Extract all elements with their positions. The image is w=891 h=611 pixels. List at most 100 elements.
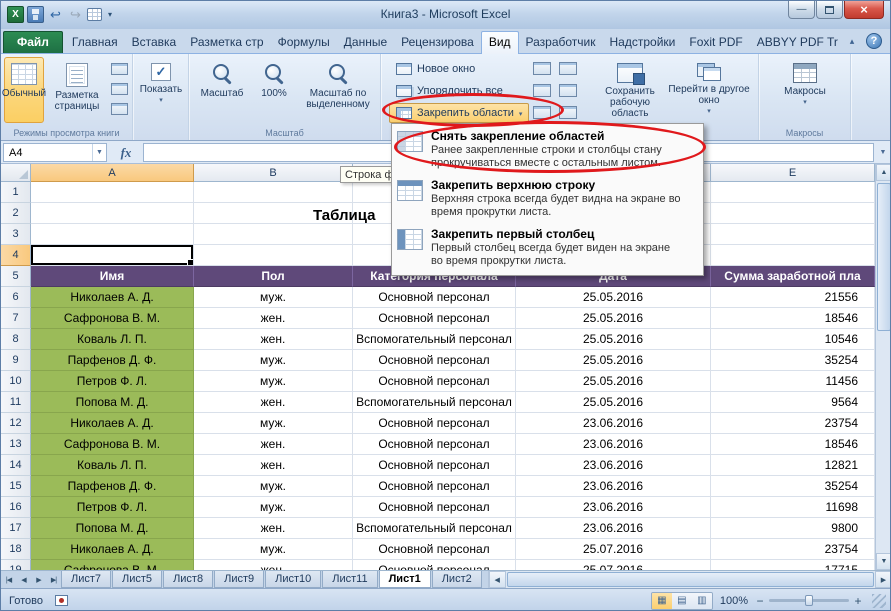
zoom-out-button[interactable]: − xyxy=(755,594,765,608)
zoom-button[interactable]: Масштаб xyxy=(197,57,247,123)
cell[interactable]: жен. xyxy=(194,308,353,329)
cell[interactable]: муж. xyxy=(194,413,353,434)
cell[interactable]: Парфенов Д. Ф. xyxy=(31,476,194,497)
row-header-5[interactable]: 5 xyxy=(1,266,31,287)
cell[interactable]: муж. xyxy=(194,497,353,518)
sheet-tab-Лист1[interactable]: Лист1 xyxy=(379,571,431,588)
cell[interactable]: 11698 xyxy=(711,497,875,518)
menu-item-3[interactable]: Закрепить первый столбецПервый столбец в… xyxy=(393,224,702,273)
cell[interactable]: Основной персонал xyxy=(353,497,516,518)
cell[interactable]: 23.06.2016 xyxy=(516,497,711,518)
arrange-all-button[interactable]: Упорядочить все xyxy=(389,81,510,101)
cell[interactable]: 10546 xyxy=(711,329,875,350)
table-header-cell[interactable]: Имя xyxy=(31,266,194,287)
cell[interactable]: Основной персонал xyxy=(353,476,516,497)
scroll-up-icon[interactable]: ▲ xyxy=(876,164,891,181)
cell[interactable]: жен. xyxy=(194,518,353,539)
ribbon-tab-Надстройки[interactable]: Надстройки xyxy=(603,32,683,53)
menu-item-1[interactable]: Снять закрепление областейРанее закрепле… xyxy=(393,126,702,175)
row-header-15[interactable]: 15 xyxy=(1,476,31,497)
cell[interactable]: Попова М. Д. xyxy=(31,518,194,539)
cell[interactable]: Попова М. Д. xyxy=(31,392,194,413)
ribbon-tab-Рецензирова[interactable]: Рецензирова xyxy=(394,32,481,53)
sheet-tab-Лист10[interactable]: Лист10 xyxy=(265,571,321,588)
page-layout-shortcut-icon[interactable]: ▤ xyxy=(672,593,692,609)
normal-view-shortcut-icon[interactable]: ▦ xyxy=(652,593,672,609)
row-header-18[interactable]: 18 xyxy=(1,539,31,560)
cell[interactable]: Николаев А. Д. xyxy=(31,287,194,308)
cell[interactable]: 23.06.2016 xyxy=(516,518,711,539)
row-header-12[interactable]: 12 xyxy=(1,413,31,434)
ribbon-tab-Вставка[interactable]: Вставка xyxy=(125,32,184,53)
cell[interactable]: Сафронова В. М. xyxy=(31,434,194,455)
cell[interactable]: Основной персонал xyxy=(353,539,516,560)
zoom-level[interactable]: 100% xyxy=(720,595,748,607)
select-all-corner[interactable] xyxy=(1,164,31,182)
qat-customize-icon[interactable]: ▾ xyxy=(105,6,115,23)
macro-record-icon[interactable] xyxy=(55,595,68,606)
undo-icon[interactable]: ↩ xyxy=(47,6,64,23)
cell[interactable]: Основной персонал xyxy=(353,287,516,308)
row-header-11[interactable]: 11 xyxy=(1,392,31,413)
row-header-9[interactable]: 9 xyxy=(1,350,31,371)
cell[interactable]: 35254 xyxy=(711,476,875,497)
row-header-3[interactable]: 3 xyxy=(1,224,31,245)
page-layout-button[interactable]: Разметка страницы xyxy=(46,57,108,123)
switch-windows-button[interactable]: Перейти в другое окно ▾ xyxy=(667,57,751,127)
ribbon-tab-Главная[interactable]: Главная xyxy=(65,32,125,53)
vertical-scrollbar[interactable]: ▲ ▼ xyxy=(875,164,891,570)
row-header-14[interactable]: 14 xyxy=(1,455,31,476)
row-header-10[interactable]: 10 xyxy=(1,371,31,392)
cell[interactable]: 9800 xyxy=(711,518,875,539)
cell[interactable]: Парфенов Д. Ф. xyxy=(31,350,194,371)
zoom-slider-track[interactable] xyxy=(769,599,849,602)
sheet-tab-Лист2[interactable]: Лист2 xyxy=(432,571,482,588)
cell[interactable]: муж. xyxy=(194,476,353,497)
sheet-tab-Лист8[interactable]: Лист8 xyxy=(163,571,213,588)
maximize-button[interactable] xyxy=(816,1,843,19)
row-header-16[interactable]: 16 xyxy=(1,497,31,518)
row-header-8[interactable]: 8 xyxy=(1,329,31,350)
full-screen-icon[interactable] xyxy=(111,103,128,115)
row-header-19[interactable]: 19 xyxy=(1,560,31,570)
row-header-17[interactable]: 17 xyxy=(1,518,31,539)
row-header-1[interactable]: 1 xyxy=(1,182,31,203)
split-icon[interactable] xyxy=(533,62,551,75)
vertical-scrollbar-thumb[interactable] xyxy=(877,183,891,331)
cell[interactable]: 23.06.2016 xyxy=(516,413,711,434)
cell[interactable]: жен. xyxy=(194,434,353,455)
resize-grip[interactable] xyxy=(872,594,886,608)
row-header-7[interactable]: 7 xyxy=(1,308,31,329)
freeze-panes-button[interactable]: Закрепить области ▾ xyxy=(389,103,529,123)
cell[interactable]: 23.06.2016 xyxy=(516,476,711,497)
cell[interactable]: Сафронова В. М. xyxy=(31,308,194,329)
page-break-preview-icon[interactable] xyxy=(111,63,128,75)
reset-window-position-icon[interactable] xyxy=(559,106,577,119)
cell[interactable]: Сафронова В. М. xyxy=(31,560,194,570)
column-header-B[interactable]: B xyxy=(194,164,353,182)
cell[interactable]: Вспомогательный персонал xyxy=(353,392,516,413)
column-header-E[interactable]: E xyxy=(711,164,875,182)
cell[interactable]: 25.05.2016 xyxy=(516,371,711,392)
custom-views-icon[interactable] xyxy=(111,83,128,95)
ribbon-tab-Формулы[interactable]: Формулы xyxy=(271,32,337,53)
qat-grid-icon[interactable] xyxy=(87,8,102,21)
cell[interactable]: Петров Ф. Л. xyxy=(31,497,194,518)
table-header-cell[interactable]: Пол xyxy=(194,266,353,287)
cell[interactable]: 25.05.2016 xyxy=(516,287,711,308)
cell[interactable] xyxy=(194,182,353,203)
cell[interactable]: муж. xyxy=(194,287,353,308)
cell[interactable]: 35254 xyxy=(711,350,875,371)
ribbon-tab-Foxit PDF[interactable]: Foxit PDF xyxy=(682,32,749,53)
cell[interactable]: 25.07.2016 xyxy=(516,539,711,560)
cell[interactable]: Основной персонал xyxy=(353,350,516,371)
cell[interactable]: жен. xyxy=(194,560,353,570)
cell[interactable]: Основной персонал xyxy=(353,434,516,455)
cell[interactable] xyxy=(31,182,194,203)
cell[interactable]: муж. xyxy=(194,350,353,371)
cell[interactable] xyxy=(711,224,875,245)
name-box[interactable]: A4 ▼ xyxy=(3,143,107,162)
zoom-100-button[interactable]: 100% xyxy=(251,57,297,123)
cell[interactable]: 12821 xyxy=(711,455,875,476)
cell[interactable]: Вспомогательный персонал xyxy=(353,329,516,350)
